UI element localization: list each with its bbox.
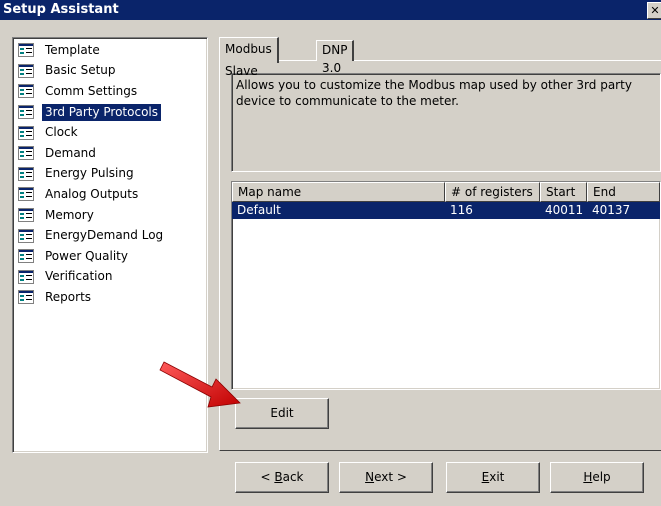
- tree-item-label: Basic Setup: [45, 63, 116, 78]
- tab-modbus-slave[interactable]: Modbus Slave: [219, 37, 279, 78]
- tree-item-label: Template: [45, 42, 100, 57]
- next-button[interactable]: Next >: [339, 462, 433, 493]
- tree-item-label: 3rd Party Protocols: [42, 103, 162, 121]
- exit-button[interactable]: Exit: [446, 462, 540, 493]
- cell-end: 40137: [592, 203, 631, 217]
- exit-label: xit: [489, 470, 505, 484]
- help-label: elp: [592, 470, 611, 484]
- tree-item-label: Power Quality: [45, 248, 128, 263]
- doc-list-icon: [18, 105, 34, 120]
- tree-item-power-quality[interactable]: Power Quality: [13, 246, 207, 267]
- cell-map-name: Default: [237, 203, 281, 217]
- help-accel-key: H: [583, 470, 593, 484]
- tree-item-demand[interactable]: Demand: [13, 143, 207, 164]
- tree-item-template[interactable]: Template: [13, 40, 207, 61]
- tree-item-label: Energy Pulsing: [45, 166, 134, 181]
- cell-registers: 116: [450, 203, 473, 217]
- doc-list-icon: [18, 228, 34, 243]
- title-bar: Setup Assistant ✕: [0, 0, 661, 20]
- close-button[interactable]: ✕: [647, 2, 661, 19]
- tree-item-analog-outputs[interactable]: Analog Outputs: [13, 184, 207, 205]
- tree-item-label: EnergyDemand Log: [45, 228, 164, 243]
- tree-item-label: Clock: [45, 125, 78, 140]
- tree-item-label: Demand: [45, 145, 96, 160]
- doc-list-icon: [18, 166, 34, 181]
- window-title: Setup Assistant: [3, 2, 119, 17]
- doc-list-icon: [18, 249, 34, 264]
- edit-button[interactable]: Edit: [235, 398, 329, 429]
- tree-item-label: Memory: [45, 207, 94, 222]
- column-header-start[interactable]: Start: [540, 182, 587, 202]
- tree-item-label: Analog Outputs: [45, 186, 139, 201]
- back-label: ack: [282, 470, 304, 484]
- list-row[interactable]: Default 116 40011 40137: [232, 202, 660, 219]
- tree-item-comm-settings[interactable]: Comm Settings: [13, 81, 207, 102]
- back-button[interactable]: < Back: [235, 462, 329, 493]
- doc-list-icon: [18, 290, 34, 305]
- tree-item-energydemand-log[interactable]: EnergyDemand Log: [13, 225, 207, 246]
- help-button[interactable]: Help: [550, 462, 644, 493]
- tree-item-3rd-party-protocols[interactable]: 3rd Party Protocols: [13, 102, 207, 123]
- doc-list-icon: [18, 208, 34, 223]
- doc-list-icon: [18, 269, 34, 284]
- doc-list-icon: [18, 63, 34, 78]
- tree-item-label: Reports: [45, 289, 92, 304]
- modbus-map-list[interactable]: Map name # of registers Start End Defaul…: [231, 181, 661, 390]
- tree-item-memory[interactable]: Memory: [13, 205, 207, 226]
- tree-item-label: Comm Settings: [45, 83, 138, 98]
- tree-item-energy-pulsing[interactable]: Energy Pulsing: [13, 164, 207, 185]
- description-box: Allows you to customize the Modbus map u…: [231, 73, 661, 172]
- back-accel-key: B: [274, 470, 283, 484]
- doc-list-icon: [18, 146, 34, 161]
- column-header-registers[interactable]: # of registers: [445, 182, 540, 202]
- tab-dnp-3-0[interactable]: DNP 3.0: [316, 40, 355, 75]
- back-prefix: <: [260, 470, 275, 484]
- doc-list-icon: [18, 125, 34, 140]
- next-accel-key: N: [365, 470, 375, 484]
- list-header: Map name # of registers Start End: [232, 182, 660, 202]
- tree-item-verification[interactable]: Verification: [13, 267, 207, 288]
- doc-list-icon: [18, 187, 34, 202]
- cell-start: 40011: [545, 203, 584, 217]
- doc-list-icon: [18, 84, 34, 99]
- next-label: ext >: [374, 470, 407, 484]
- tree-item-basic-setup[interactable]: Basic Setup: [13, 61, 207, 82]
- tree-item-clock[interactable]: Clock: [13, 122, 207, 143]
- doc-list-icon: [18, 43, 34, 58]
- tree-item-label: Verification: [45, 269, 113, 284]
- column-header-end[interactable]: End: [587, 182, 660, 202]
- tree-item-reports[interactable]: Reports: [13, 287, 207, 308]
- column-header-map-name[interactable]: Map name: [232, 182, 445, 202]
- red-arrow-annotation: [159, 361, 241, 408]
